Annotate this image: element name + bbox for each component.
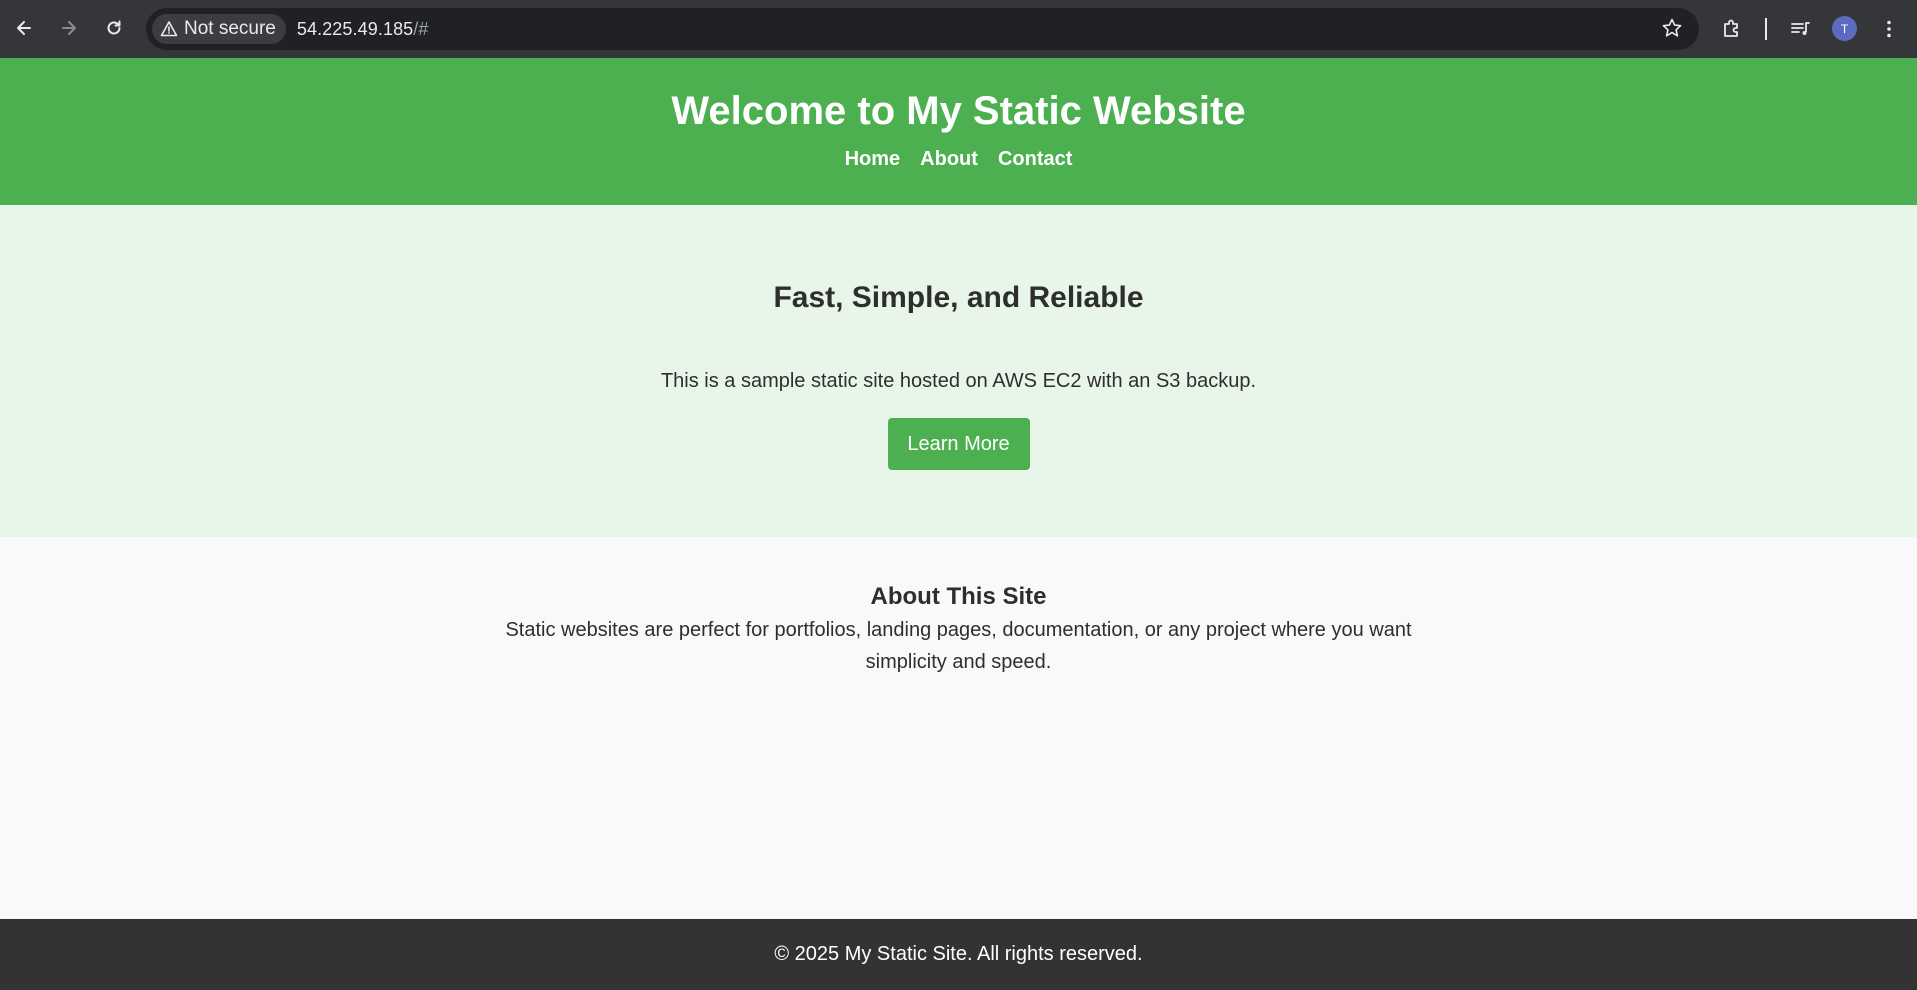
forward-icon <box>62 21 76 35</box>
security-chip[interactable]: Not secure <box>152 14 286 44</box>
browser-toolbar: Not secure 54.225.49.185/# T <box>0 0 1917 58</box>
hero-section: Fast, Simple, and Reliable This is a sam… <box>0 205 1917 537</box>
about-text: Static websites are perfect for portfoli… <box>505 619 1412 673</box>
site-header: Welcome to My Static Website Home About … <box>0 58 1917 205</box>
learn-more-button[interactable]: Learn More <box>887 418 1030 470</box>
url-host: 54.225.49.185 <box>296 18 414 39</box>
hero-heading: Fast, Simple, and Reliable <box>773 281 1144 314</box>
nav-link-contact[interactable]: Contact <box>998 148 1072 171</box>
warning-icon <box>160 21 178 37</box>
back-icon <box>17 21 31 35</box>
toolbar-divider <box>1765 18 1767 40</box>
url-text[interactable]: 54.225.49.185/# <box>297 19 429 40</box>
security-label: Not secure <box>184 18 276 39</box>
star-icon <box>1662 18 1682 37</box>
site-nav: Home About Contact <box>0 148 1917 171</box>
reload-icon <box>107 20 121 35</box>
forward-button[interactable] <box>52 11 86 45</box>
url-fragment: /# <box>413 18 429 39</box>
about-section: About This Site Static websites are perf… <box>0 537 1917 678</box>
media-icon <box>1791 22 1810 35</box>
menu-icon <box>1887 20 1891 38</box>
footer-text: © 2025 My Static Site. All rights reserv… <box>774 943 1143 965</box>
about-heading: About This Site <box>870 583 1047 610</box>
nav-link-home[interactable]: Home <box>845 148 901 171</box>
site-title: Welcome to My Static Website <box>671 89 1246 133</box>
address-bar[interactable]: Not secure 54.225.49.185/# <box>146 8 1699 50</box>
profile-avatar[interactable]: T <box>1832 16 1857 41</box>
reload-button[interactable] <box>97 11 131 45</box>
browser-menu-button[interactable] <box>1873 13 1905 45</box>
nav-link-about[interactable]: About <box>920 148 978 171</box>
bookmark-button[interactable] <box>1661 17 1683 44</box>
site-footer: © 2025 My Static Site. All rights reserv… <box>0 919 1917 990</box>
back-button[interactable] <box>7 11 41 45</box>
extensions-button[interactable] <box>1716 13 1748 45</box>
extensions-icon <box>1724 19 1738 37</box>
hero-text: This is a sample static site hosted on A… <box>660 370 1257 392</box>
media-button[interactable] <box>1784 13 1816 45</box>
